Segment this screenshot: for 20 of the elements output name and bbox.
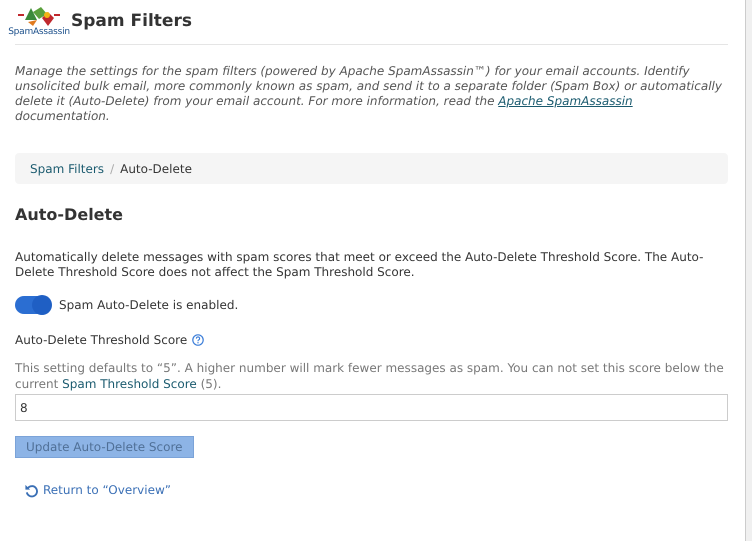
breadcrumb-link[interactable]: Spam Filters <box>30 160 104 178</box>
help-icon[interactable] <box>192 334 204 346</box>
documentation-link[interactable]: Apache SpamAssassin <box>498 94 633 108</box>
logo-text: SpamAssassin <box>8 28 70 37</box>
scrollbar[interactable] <box>745 0 752 541</box>
breadcrumb-current: Auto-Delete <box>120 160 192 178</box>
toggle-switch[interactable] <box>15 296 51 314</box>
intro-paragraph: Manage the settings for the spam filters (powered by Apache SpamAssassin™) for your email accounts. Identify unsolicited bulk email, more commonly known as spam, and send it to a separate folder (Spam Box) or automatically delete it (Auto-Delete) from your email account. For more information, read the Apache SpamAssassin documentation. <box>15 64 723 124</box>
help-text: This setting defaults to “5”. A higher number will mark fewer messages as spam. You can not set this score below the current Spam Threshold Score (5). <box>15 360 725 392</box>
spam-threshold-link[interactable]: Spam Threshold Score <box>62 377 197 391</box>
toggle-label: Spam Auto-Delete is enabled. <box>59 297 238 314</box>
section-title: Auto-Delete <box>15 204 124 226</box>
breadcrumb-separator: / <box>109 160 116 178</box>
return-link[interactable]: Return to “Overview” <box>24 481 171 499</box>
page-title: Spam Filters <box>71 10 192 33</box>
description-text: Automatically delete messages with spam scores that meet or exceed the Auto-Delete Threshold Score. The Auto-Delete Threshold Score does not affect the Spam Threshold Score. <box>15 250 704 280</box>
field-label: Auto-Delete Threshold Score <box>15 332 188 349</box>
logo-icon <box>16 6 62 28</box>
score-input-field[interactable]: 8 <box>15 394 728 421</box>
undo-icon <box>24 482 39 498</box>
